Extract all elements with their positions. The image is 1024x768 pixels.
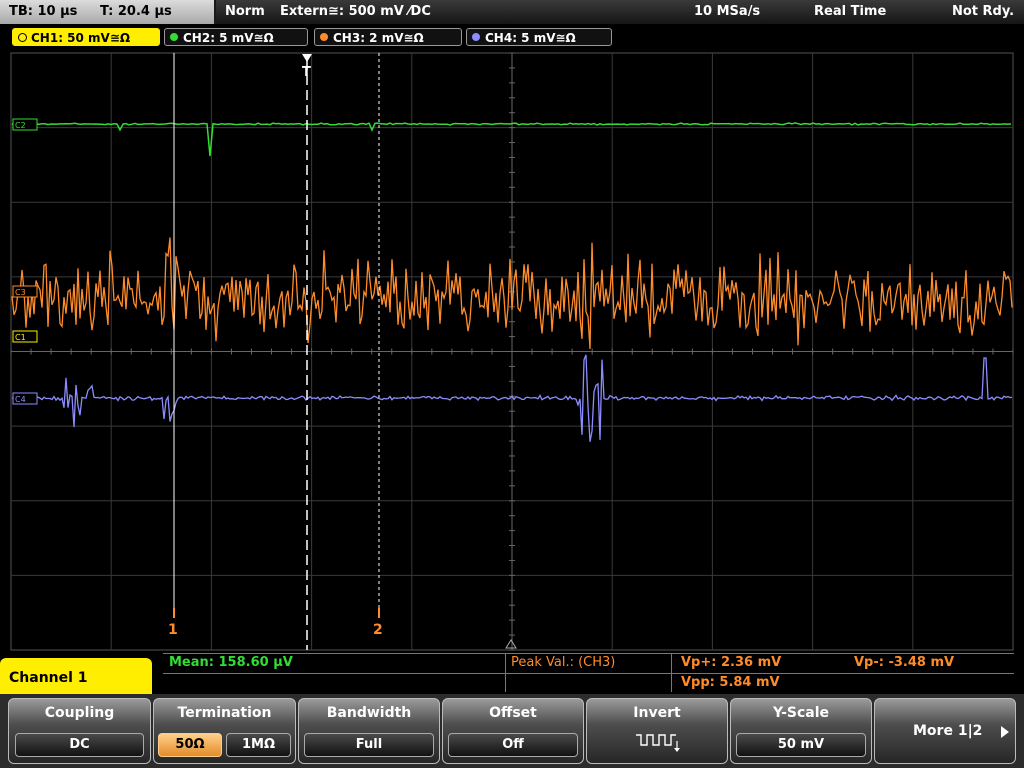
ch4-indicator-icon xyxy=(472,33,480,41)
ch3-indicator-icon xyxy=(320,33,328,41)
coupling-title: Coupling xyxy=(44,705,115,721)
svg-text:C1: C1 xyxy=(15,333,26,342)
offset-value[interactable]: Off xyxy=(448,733,578,757)
ch1-level-marker[interactable]: C1 xyxy=(12,330,38,343)
bandwidth-value[interactable]: Full xyxy=(304,733,434,757)
yscale-title: Y-Scale xyxy=(772,705,829,721)
timebase-box[interactable]: TB: 10 µs T: 20.4 µs xyxy=(0,0,214,24)
yscale-value[interactable]: 50 mV xyxy=(736,733,866,757)
tab-ch2[interactable]: CH2: 5 mV≅Ω xyxy=(164,28,308,46)
tab-ch4[interactable]: CH4: 5 mV≅Ω xyxy=(466,28,612,46)
waveform-display[interactable]: 1 2 T C2 C3 C1 C4 xyxy=(0,48,1024,652)
offset-title: Offset xyxy=(489,705,537,721)
timebase-label: TB: 10 µs xyxy=(9,4,78,19)
vp-minus-measurement: Vp-: -3.48 mV xyxy=(854,655,955,670)
tab-ch1[interactable]: CH1: 50 mV≅Ω xyxy=(12,28,160,46)
svg-text:C4: C4 xyxy=(15,395,26,404)
cursor-1-label: 1 xyxy=(168,622,178,638)
trigger-source-label: Extern≅: 500 mV ⁄DC xyxy=(280,4,431,19)
vpp-measurement: Vpp: 5.84 mV xyxy=(681,675,780,690)
status-label: Not Rdy. xyxy=(952,4,1015,19)
more-softkey[interactable]: More 1|2 xyxy=(874,698,1016,764)
coupling-value[interactable]: DC xyxy=(15,733,144,757)
invert-softkey[interactable]: Invert xyxy=(586,698,728,764)
ch3-tab-label: CH3: 2 mV≅Ω xyxy=(333,31,424,45)
termination-softkey[interactable]: Termination 50Ω 1MΩ xyxy=(153,698,296,764)
trigger-status-box[interactable]: Norm Extern≅: 500 mV ⁄DC 10 MSa/s Real T… xyxy=(216,0,1024,24)
invert-title: Invert xyxy=(633,705,681,721)
vp-plus-measurement: Vp+: 2.36 mV xyxy=(681,655,782,670)
ch2-level-marker[interactable]: C2 xyxy=(12,118,38,131)
inverted-square-wave-icon xyxy=(636,734,680,752)
ch4-tab-label: CH4: 5 mV≅Ω xyxy=(485,31,576,45)
cursor-2-label: 2 xyxy=(373,622,383,638)
sample-rate-label: 10 MSa/s xyxy=(694,4,761,19)
triangle-right-icon xyxy=(1001,726,1009,738)
peak-title: Peak Val.: (CH3) xyxy=(511,655,616,670)
acquisition-mode-label: Real Time xyxy=(814,4,887,19)
offset-softkey[interactable]: Offset Off xyxy=(442,698,584,764)
coupling-softkey[interactable]: Coupling DC xyxy=(8,698,151,764)
ch2-tab-label: CH2: 5 mV≅Ω xyxy=(183,31,274,45)
bandwidth-softkey[interactable]: Bandwidth Full xyxy=(298,698,440,764)
trigger-time-label: T: 20.4 µs xyxy=(100,4,172,19)
mean-measurement: Mean: 158.60 µV xyxy=(169,655,293,670)
termination-50ohm-option[interactable]: 50Ω xyxy=(158,733,222,757)
yscale-softkey[interactable]: Y-Scale 50 mV xyxy=(730,698,872,764)
ch4-level-marker[interactable]: C4 xyxy=(12,392,38,405)
bandwidth-title: Bandwidth xyxy=(326,705,412,721)
trigger-mode-label: Norm xyxy=(225,4,265,19)
trigger-marker-label: T xyxy=(302,65,311,80)
meas-row-divider xyxy=(163,673,1014,674)
top-status-bar: TB: 10 µs T: 20.4 µs Norm Extern≅: 500 m… xyxy=(0,0,1024,24)
termination-title: Termination xyxy=(177,705,272,721)
ch1-indicator-icon xyxy=(18,33,27,42)
measurement-panel: Mean: 158.60 µV Peak Val.: (CH3) Vp+: 2.… xyxy=(163,653,1014,692)
svg-text:C3: C3 xyxy=(15,288,26,297)
more-label: More 1|2 xyxy=(913,723,983,739)
ch3-level-marker[interactable]: C3 xyxy=(12,285,38,298)
ch1-tab-label: CH1: 50 mV≅Ω xyxy=(31,31,131,45)
termination-1mohm-option[interactable]: 1MΩ xyxy=(226,733,291,757)
tab-ch3[interactable]: CH3: 2 mV≅Ω xyxy=(314,28,462,46)
ch2-indicator-icon xyxy=(170,33,178,41)
menu-title: Channel 1 xyxy=(0,658,152,698)
svg-text:C2: C2 xyxy=(15,121,26,130)
